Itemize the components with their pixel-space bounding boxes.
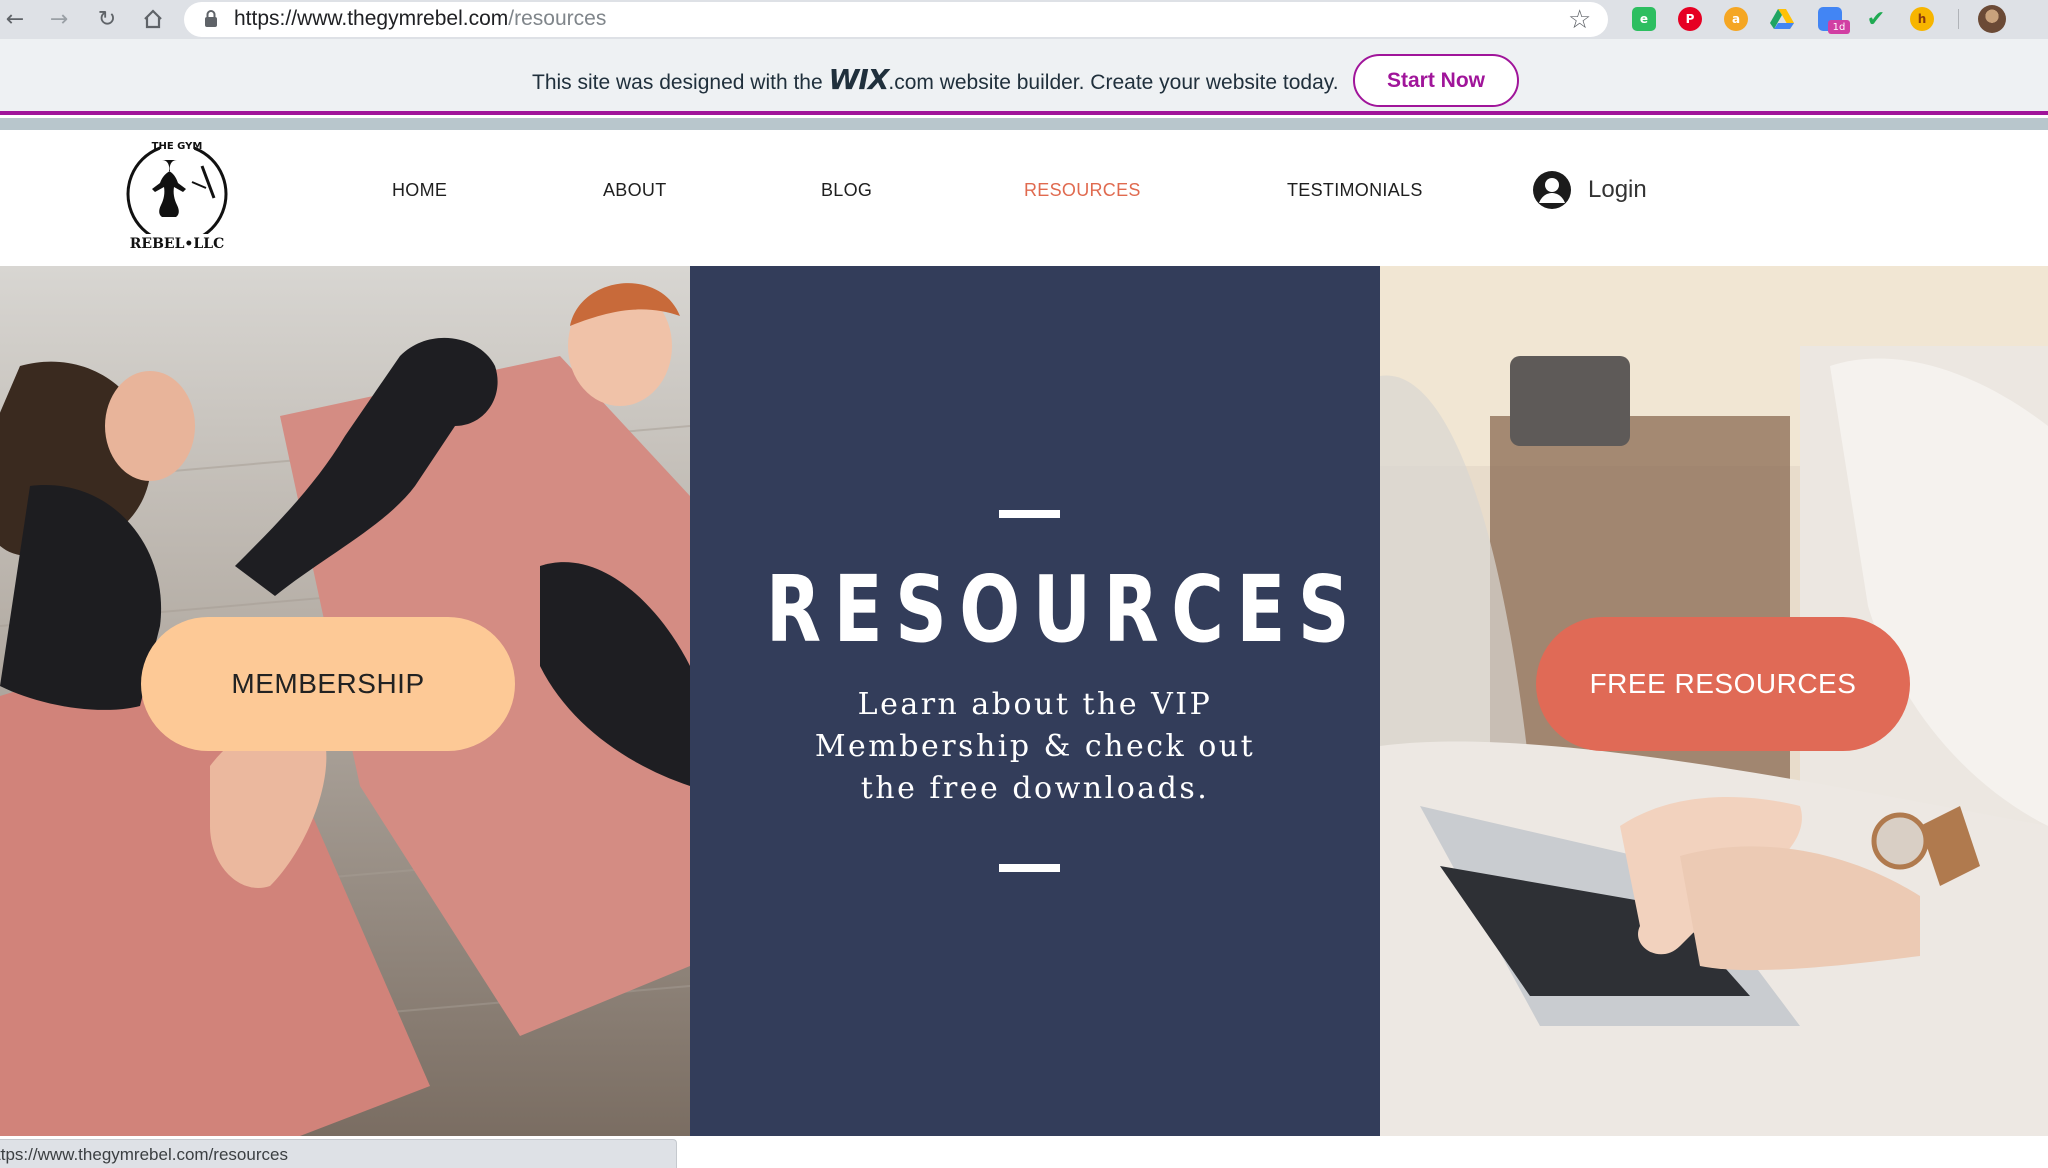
wix-text-after: .com website builder. Create your websit…: [888, 71, 1339, 94]
free-resources-button[interactable]: FREE RESOURCES: [1536, 617, 1910, 751]
yoga-photo-panel: MEMBERSHIP: [0, 266, 690, 1136]
site-header: THE GYM REBEL•LLC HOME ABOUT BLOG RESOUR…: [0, 130, 2048, 266]
nav-resources[interactable]: RESOURCES: [1024, 180, 1141, 201]
nav-about[interactable]: ABOUT: [603, 180, 667, 201]
nav-testimonials[interactable]: TESTIMONIALS: [1287, 180, 1423, 201]
forward-icon[interactable]: →: [44, 4, 74, 34]
url-path: /resources: [508, 7, 607, 30]
resources-intro-panel: RESOURCES Learn about the VIP Membership…: [690, 266, 1380, 1136]
pinterest-icon[interactable]: P: [1678, 7, 1702, 31]
login-control[interactable]: Login: [1532, 170, 1647, 210]
login-label: Login: [1588, 176, 1647, 203]
resources-heading: RESOURCES: [765, 556, 1363, 663]
nav-blog[interactable]: BLOG: [821, 180, 872, 201]
wix-banner-text: This site was designed with the WIX.com …: [532, 63, 1339, 96]
wix-text-before: This site was designed with the: [532, 71, 829, 94]
amazon-assistant-icon[interactable]: a: [1724, 7, 1748, 31]
top-divider-dash: [999, 510, 1060, 518]
bookmark-star-icon[interactable]: ☆: [1568, 5, 1591, 35]
wix-banner: This site was designed with the WIX.com …: [0, 39, 2048, 115]
google-drive-icon[interactable]: [1770, 7, 1794, 31]
wix-logo[interactable]: WIX: [828, 63, 889, 96]
honey-icon[interactable]: h: [1910, 7, 1934, 31]
nav-home[interactable]: HOME: [392, 180, 447, 201]
start-now-button[interactable]: Start Now: [1353, 54, 1519, 107]
gym-rebel-logo[interactable]: THE GYM REBEL•LLC: [122, 138, 232, 254]
checkmark-icon[interactable]: ✔: [1864, 7, 1888, 32]
back-icon[interactable]: ←: [0, 4, 30, 34]
banner-divider: [0, 118, 2048, 130]
home-icon[interactable]: [138, 4, 168, 34]
user-account-icon: [1533, 171, 1571, 209]
reload-icon[interactable]: ↻: [92, 4, 122, 34]
evernote-icon[interactable]: e: [1632, 7, 1656, 31]
bottom-divider-dash: [999, 864, 1060, 872]
lock-icon: [205, 10, 217, 27]
logo-top-text: THE GYM: [152, 141, 203, 152]
membership-button[interactable]: MEMBERSHIP: [141, 617, 515, 751]
status-bar: ttps://www.thegymrebel.com/resources: [0, 1139, 677, 1168]
logo-bottom-text: REBEL•LLC: [130, 236, 224, 252]
status-url-text: ttps://www.thegymrebel.com/resources: [0, 1145, 288, 1164]
laptop-photo-panel: FREE RESOURCES: [1380, 266, 2048, 1136]
url-host: https://www.thegymrebel.com: [234, 7, 509, 30]
resources-subtitle: Learn about the VIP Membership & check o…: [814, 687, 1256, 806]
toolbar-divider: [1958, 9, 1959, 29]
calendar-badge: 1d: [1828, 20, 1850, 34]
profile-avatar[interactable]: [1978, 5, 2006, 33]
browser-toolbar: ← → ↻ https://www.thegymrebel.com/resour…: [0, 0, 2048, 39]
url-text[interactable]: https://www.thegymrebel.com/resources: [234, 7, 606, 31]
